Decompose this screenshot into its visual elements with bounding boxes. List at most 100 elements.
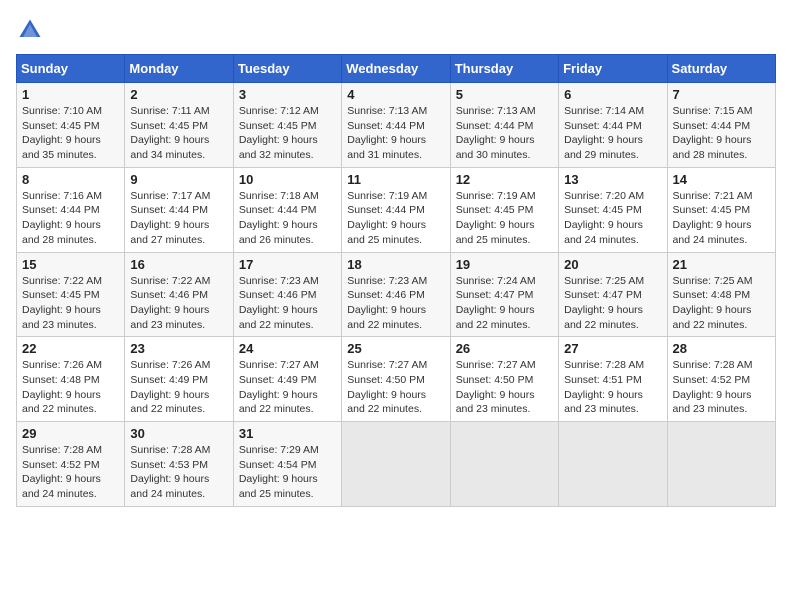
calendar-cell: 18 Sunrise: 7:23 AMSunset: 4:46 PMDaylig… <box>342 252 450 337</box>
day-info: Sunrise: 7:24 AMSunset: 4:47 PMDaylight:… <box>456 274 553 333</box>
day-header-thursday: Thursday <box>450 55 558 83</box>
calendar-cell: 27 Sunrise: 7:28 AMSunset: 4:51 PMDaylig… <box>559 337 667 422</box>
calendar-week-5: 29 Sunrise: 7:28 AMSunset: 4:52 PMDaylig… <box>17 422 776 507</box>
day-number: 7 <box>673 87 770 102</box>
calendar-cell: 4 Sunrise: 7:13 AMSunset: 4:44 PMDayligh… <box>342 83 450 168</box>
day-number: 21 <box>673 257 770 272</box>
calendar-week-3: 15 Sunrise: 7:22 AMSunset: 4:45 PMDaylig… <box>17 252 776 337</box>
calendar-cell: 3 Sunrise: 7:12 AMSunset: 4:45 PMDayligh… <box>233 83 341 168</box>
day-number: 22 <box>22 341 119 356</box>
day-number: 23 <box>130 341 227 356</box>
logo-icon <box>16 16 44 44</box>
day-info: Sunrise: 7:13 AMSunset: 4:44 PMDaylight:… <box>456 104 553 163</box>
calendar-cell: 29 Sunrise: 7:28 AMSunset: 4:52 PMDaylig… <box>17 422 125 507</box>
day-number: 11 <box>347 172 444 187</box>
day-info: Sunrise: 7:23 AMSunset: 4:46 PMDaylight:… <box>239 274 336 333</box>
day-info: Sunrise: 7:27 AMSunset: 4:50 PMDaylight:… <box>456 358 553 417</box>
day-number: 2 <box>130 87 227 102</box>
day-info: Sunrise: 7:16 AMSunset: 4:44 PMDaylight:… <box>22 189 119 248</box>
day-number: 16 <box>130 257 227 272</box>
day-number: 17 <box>239 257 336 272</box>
day-info: Sunrise: 7:25 AMSunset: 4:48 PMDaylight:… <box>673 274 770 333</box>
day-number: 5 <box>456 87 553 102</box>
day-info: Sunrise: 7:27 AMSunset: 4:50 PMDaylight:… <box>347 358 444 417</box>
day-number: 29 <box>22 426 119 441</box>
day-info: Sunrise: 7:12 AMSunset: 4:45 PMDaylight:… <box>239 104 336 163</box>
day-number: 13 <box>564 172 661 187</box>
day-number: 19 <box>456 257 553 272</box>
day-info: Sunrise: 7:11 AMSunset: 4:45 PMDaylight:… <box>130 104 227 163</box>
calendar-cell: 23 Sunrise: 7:26 AMSunset: 4:49 PMDaylig… <box>125 337 233 422</box>
day-info: Sunrise: 7:18 AMSunset: 4:44 PMDaylight:… <box>239 189 336 248</box>
calendar-cell <box>450 422 558 507</box>
calendar-cell: 14 Sunrise: 7:21 AMSunset: 4:45 PMDaylig… <box>667 167 775 252</box>
day-info: Sunrise: 7:29 AMSunset: 4:54 PMDaylight:… <box>239 443 336 502</box>
calendar-cell: 24 Sunrise: 7:27 AMSunset: 4:49 PMDaylig… <box>233 337 341 422</box>
day-info: Sunrise: 7:28 AMSunset: 4:53 PMDaylight:… <box>130 443 227 502</box>
calendar-cell: 2 Sunrise: 7:11 AMSunset: 4:45 PMDayligh… <box>125 83 233 168</box>
calendar-cell: 9 Sunrise: 7:17 AMSunset: 4:44 PMDayligh… <box>125 167 233 252</box>
day-info: Sunrise: 7:26 AMSunset: 4:48 PMDaylight:… <box>22 358 119 417</box>
day-number: 15 <box>22 257 119 272</box>
calendar-cell: 11 Sunrise: 7:19 AMSunset: 4:44 PMDaylig… <box>342 167 450 252</box>
day-number: 3 <box>239 87 336 102</box>
day-number: 28 <box>673 341 770 356</box>
calendar-cell: 22 Sunrise: 7:26 AMSunset: 4:48 PMDaylig… <box>17 337 125 422</box>
day-number: 6 <box>564 87 661 102</box>
day-header-saturday: Saturday <box>667 55 775 83</box>
day-number: 10 <box>239 172 336 187</box>
day-info: Sunrise: 7:14 AMSunset: 4:44 PMDaylight:… <box>564 104 661 163</box>
day-info: Sunrise: 7:17 AMSunset: 4:44 PMDaylight:… <box>130 189 227 248</box>
calendar-cell <box>342 422 450 507</box>
calendar-cell: 28 Sunrise: 7:28 AMSunset: 4:52 PMDaylig… <box>667 337 775 422</box>
day-info: Sunrise: 7:27 AMSunset: 4:49 PMDaylight:… <box>239 358 336 417</box>
calendar-cell: 20 Sunrise: 7:25 AMSunset: 4:47 PMDaylig… <box>559 252 667 337</box>
calendar-cell: 25 Sunrise: 7:27 AMSunset: 4:50 PMDaylig… <box>342 337 450 422</box>
day-info: Sunrise: 7:13 AMSunset: 4:44 PMDaylight:… <box>347 104 444 163</box>
calendar-cell: 6 Sunrise: 7:14 AMSunset: 4:44 PMDayligh… <box>559 83 667 168</box>
calendar-week-4: 22 Sunrise: 7:26 AMSunset: 4:48 PMDaylig… <box>17 337 776 422</box>
day-number: 20 <box>564 257 661 272</box>
calendar-cell: 16 Sunrise: 7:22 AMSunset: 4:46 PMDaylig… <box>125 252 233 337</box>
day-info: Sunrise: 7:19 AMSunset: 4:45 PMDaylight:… <box>456 189 553 248</box>
day-number: 4 <box>347 87 444 102</box>
calendar-cell: 17 Sunrise: 7:23 AMSunset: 4:46 PMDaylig… <box>233 252 341 337</box>
day-info: Sunrise: 7:28 AMSunset: 4:51 PMDaylight:… <box>564 358 661 417</box>
calendar-cell: 21 Sunrise: 7:25 AMSunset: 4:48 PMDaylig… <box>667 252 775 337</box>
day-number: 18 <box>347 257 444 272</box>
day-info: Sunrise: 7:28 AMSunset: 4:52 PMDaylight:… <box>673 358 770 417</box>
day-number: 27 <box>564 341 661 356</box>
calendar-cell: 19 Sunrise: 7:24 AMSunset: 4:47 PMDaylig… <box>450 252 558 337</box>
day-number: 31 <box>239 426 336 441</box>
day-info: Sunrise: 7:10 AMSunset: 4:45 PMDaylight:… <box>22 104 119 163</box>
day-header-friday: Friday <box>559 55 667 83</box>
calendar-cell: 10 Sunrise: 7:18 AMSunset: 4:44 PMDaylig… <box>233 167 341 252</box>
calendar-cell: 31 Sunrise: 7:29 AMSunset: 4:54 PMDaylig… <box>233 422 341 507</box>
day-info: Sunrise: 7:15 AMSunset: 4:44 PMDaylight:… <box>673 104 770 163</box>
day-info: Sunrise: 7:20 AMSunset: 4:45 PMDaylight:… <box>564 189 661 248</box>
calendar-cell: 13 Sunrise: 7:20 AMSunset: 4:45 PMDaylig… <box>559 167 667 252</box>
calendar-header: SundayMondayTuesdayWednesdayThursdayFrid… <box>17 55 776 83</box>
day-info: Sunrise: 7:28 AMSunset: 4:52 PMDaylight:… <box>22 443 119 502</box>
day-info: Sunrise: 7:25 AMSunset: 4:47 PMDaylight:… <box>564 274 661 333</box>
day-info: Sunrise: 7:26 AMSunset: 4:49 PMDaylight:… <box>130 358 227 417</box>
day-number: 26 <box>456 341 553 356</box>
header <box>16 16 776 44</box>
calendar-cell: 7 Sunrise: 7:15 AMSunset: 4:44 PMDayligh… <box>667 83 775 168</box>
day-info: Sunrise: 7:22 AMSunset: 4:46 PMDaylight:… <box>130 274 227 333</box>
day-info: Sunrise: 7:21 AMSunset: 4:45 PMDaylight:… <box>673 189 770 248</box>
day-number: 30 <box>130 426 227 441</box>
day-number: 12 <box>456 172 553 187</box>
day-number: 1 <box>22 87 119 102</box>
day-header-monday: Monday <box>125 55 233 83</box>
day-header-sunday: Sunday <box>17 55 125 83</box>
calendar-cell: 8 Sunrise: 7:16 AMSunset: 4:44 PMDayligh… <box>17 167 125 252</box>
day-header-tuesday: Tuesday <box>233 55 341 83</box>
calendar-cell <box>667 422 775 507</box>
calendar-cell: 12 Sunrise: 7:19 AMSunset: 4:45 PMDaylig… <box>450 167 558 252</box>
day-info: Sunrise: 7:23 AMSunset: 4:46 PMDaylight:… <box>347 274 444 333</box>
day-info: Sunrise: 7:22 AMSunset: 4:45 PMDaylight:… <box>22 274 119 333</box>
calendar-table: SundayMondayTuesdayWednesdayThursdayFrid… <box>16 54 776 507</box>
calendar-cell: 1 Sunrise: 7:10 AMSunset: 4:45 PMDayligh… <box>17 83 125 168</box>
day-number: 25 <box>347 341 444 356</box>
